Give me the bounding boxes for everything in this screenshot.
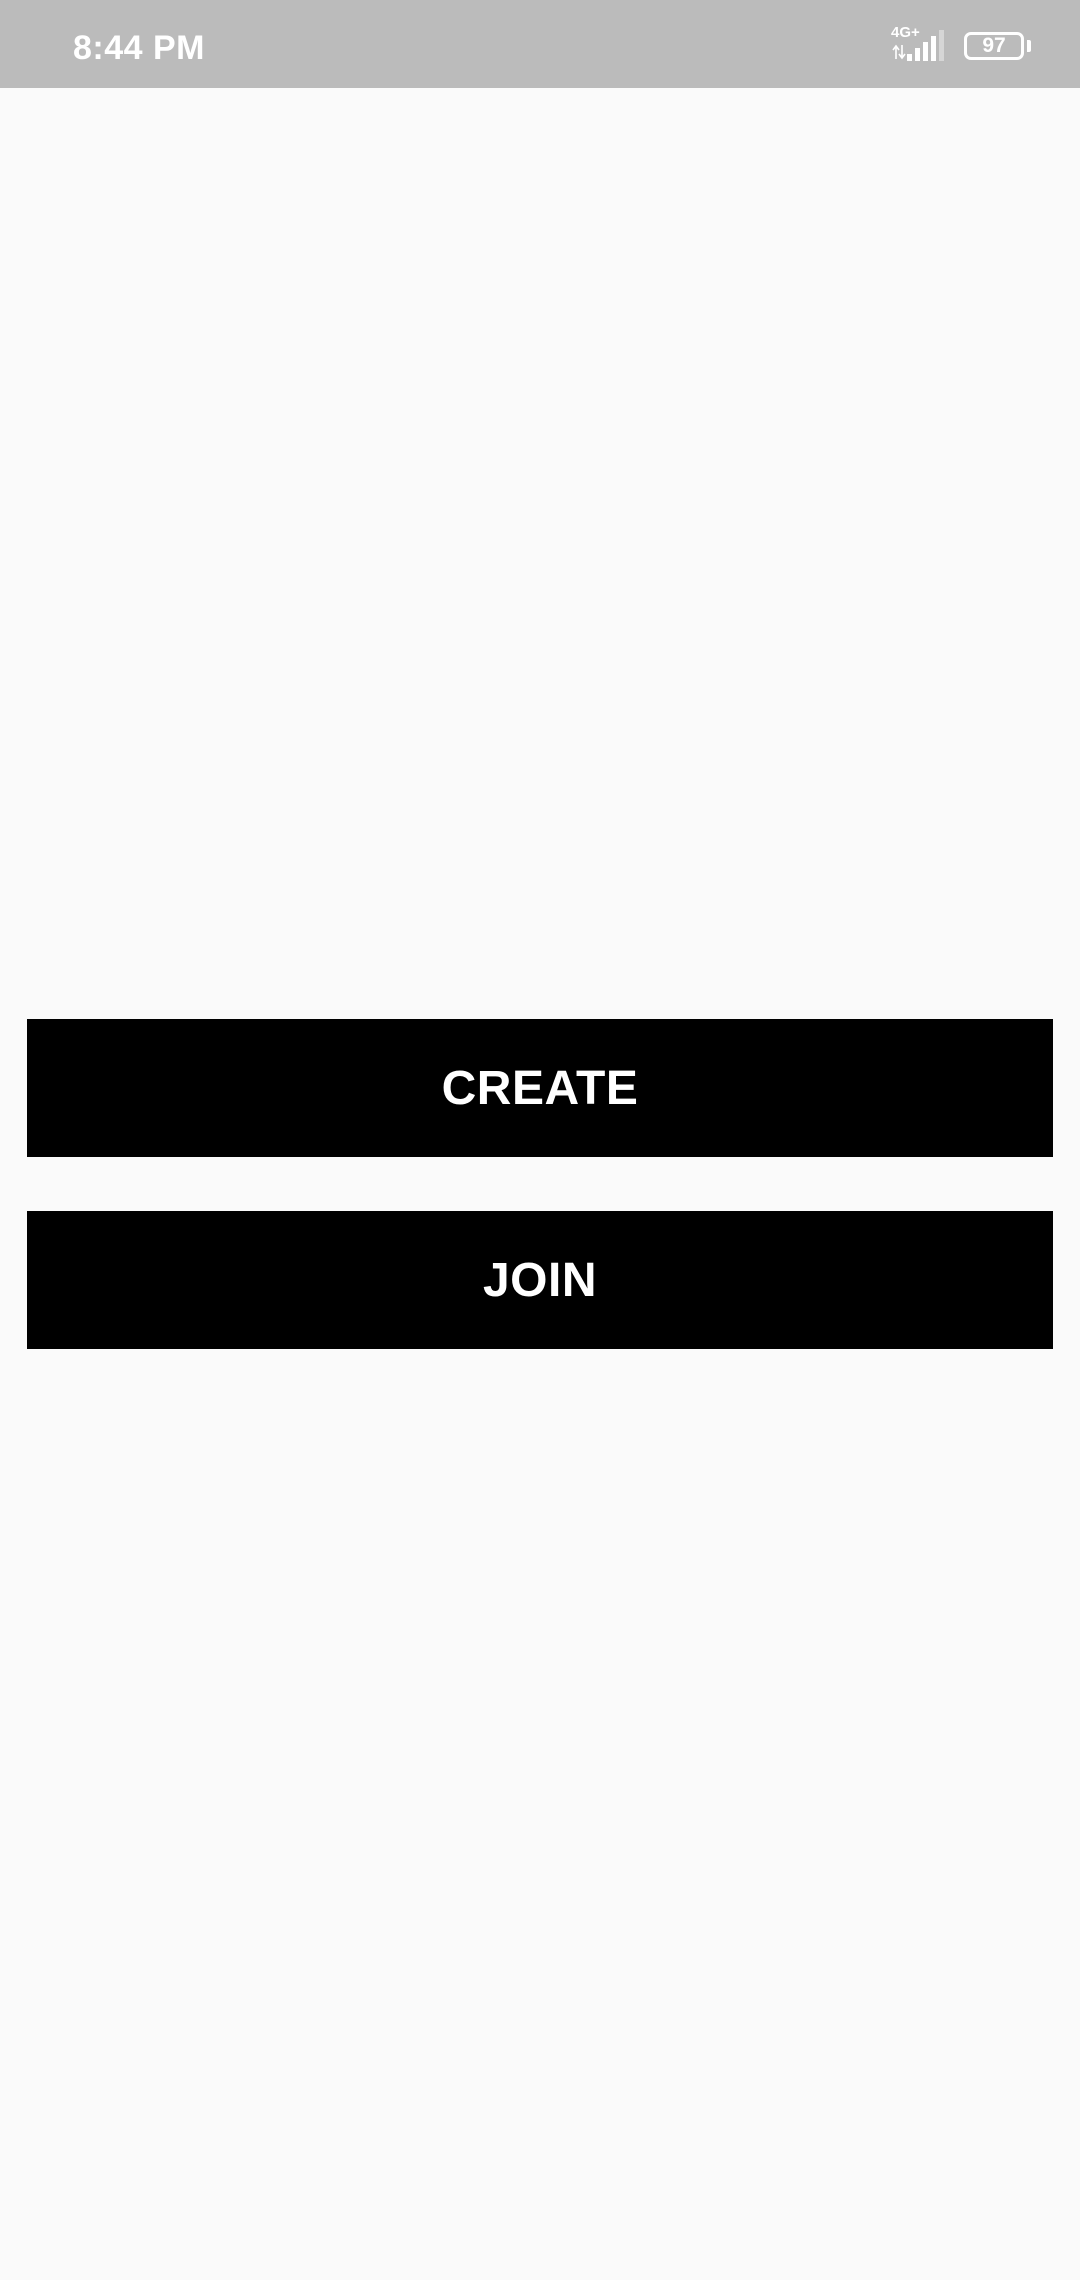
create-button[interactable]: CREATE <box>27 1019 1053 1157</box>
join-button[interactable]: JOIN <box>27 1211 1053 1349</box>
app-screen: 8:44 PM 4G+ 97 CREATE JOIN <box>0 0 1080 2280</box>
battery-tip <box>1027 40 1031 52</box>
status-bar: 8:44 PM 4G+ 97 <box>0 0 1080 88</box>
status-time: 8:44 PM <box>73 29 205 67</box>
battery-icon: 97 <box>964 32 1024 60</box>
signal-strength-icon <box>907 30 944 61</box>
battery-level: 97 <box>982 34 1006 57</box>
data-activity-icon <box>892 44 906 60</box>
